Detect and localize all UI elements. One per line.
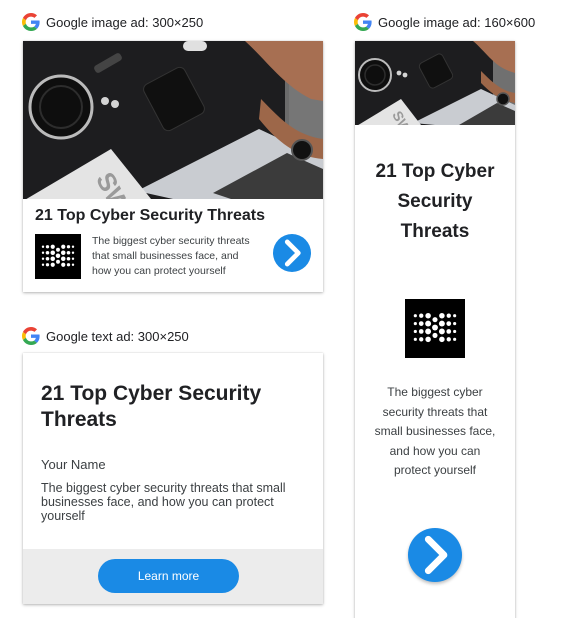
headline-line: Security: [397, 191, 473, 212]
cta-button[interactable]: [408, 528, 462, 582]
label-image-ad-160-text: Google image ad: 160×600: [378, 14, 536, 30]
description-line: The biggest cyber: [387, 385, 483, 399]
ad-headline[interactable]: 21 Top Cyber Security Threats: [365, 157, 505, 247]
label-text-ad-300: Google text ad: 300×250: [22, 327, 189, 345]
chevron-right-icon: [273, 234, 311, 272]
brand-logo: [35, 234, 81, 279]
brand-logo-icon: [405, 299, 465, 358]
image-ad-160x600[interactable]: SW 21 Top Cyber Security Threats The big…: [355, 41, 515, 618]
chevron-right-icon: [408, 528, 462, 582]
description-line: security threats that: [382, 404, 488, 419]
ad-description: The biggest cyber security threats that …: [41, 481, 286, 523]
description-line: that small businesses face, and: [92, 250, 239, 262]
image-ad-300x250[interactable]: SW 21 Top Cyber Security Threats The big…: [23, 41, 323, 292]
headline-line: 21 Top Cyber: [375, 161, 495, 182]
google-g-icon: [22, 327, 40, 345]
ad-headline[interactable]: 21 Top Cyber Security Threats: [41, 381, 301, 433]
label-text-ad-300-text: Google text ad: 300×250: [46, 328, 189, 344]
brand-logo-icon: [35, 234, 81, 279]
ad-hero-photo: SW: [355, 41, 515, 125]
ad-description: The biggest cyber security threats that …: [92, 234, 272, 279]
text-ad-300x250[interactable]: 21 Top Cyber Security Threats Your Name …: [23, 353, 323, 604]
brand-logo: [405, 299, 465, 358]
ad-footer: Learn more: [23, 549, 323, 604]
description-line: how you can protect yourself: [92, 265, 226, 277]
description-line: and how you can: [389, 443, 481, 458]
description-line: small businesses face,: [374, 424, 496, 438]
ad-headline[interactable]: 21 Top Cyber Security Threats: [35, 207, 265, 225]
google-g-icon: [22, 13, 40, 31]
cta-button[interactable]: [273, 234, 311, 272]
description-line: protect yourself: [393, 463, 477, 477]
label-image-ad-300: Google image ad: 300×250: [22, 13, 203, 31]
google-g-icon: [354, 13, 372, 31]
label-image-ad-160: Google image ad: 160×600: [354, 13, 535, 31]
ad-hero-photo: SW: [23, 41, 323, 199]
label-image-ad-300-text: Google image ad: 300×250: [46, 14, 204, 30]
ad-description: The biggest cyber security threats that …: [363, 383, 507, 481]
headline-line: Threats: [400, 221, 470, 242]
business-name: Your Name: [41, 457, 106, 472]
description-line: The biggest cyber security threats: [92, 235, 250, 247]
learn-more-button[interactable]: Learn more: [98, 559, 239, 593]
